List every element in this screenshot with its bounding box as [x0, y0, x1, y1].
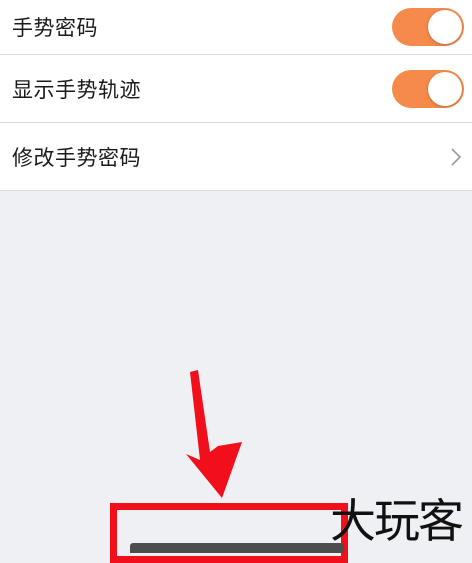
- highlight-box: [110, 503, 348, 563]
- partially-visible-button[interactable]: [130, 543, 344, 553]
- gesture-password-row: 手势密码: [0, 0, 472, 55]
- show-gesture-trail-row: 显示手势轨迹: [0, 55, 472, 123]
- gesture-password-toggle[interactable]: [392, 8, 464, 46]
- gesture-password-label: 手势密码: [12, 16, 98, 40]
- show-gesture-trail-label: 显示手势轨迹: [12, 77, 141, 102]
- change-gesture-password-label: 修改手势密码: [12, 145, 141, 170]
- settings-list: 手势密码 显示手势轨迹 修改手势密码: [0, 0, 472, 191]
- toggle-knob: [428, 71, 462, 106]
- arrow-down-icon: [186, 370, 242, 498]
- chevron-right-icon: [451, 147, 462, 166]
- change-gesture-password-row[interactable]: 修改手势密码: [0, 123, 472, 191]
- watermark-text: 大玩客: [330, 494, 464, 548]
- show-gesture-trail-toggle[interactable]: [392, 69, 464, 108]
- toggle-knob: [428, 10, 462, 44]
